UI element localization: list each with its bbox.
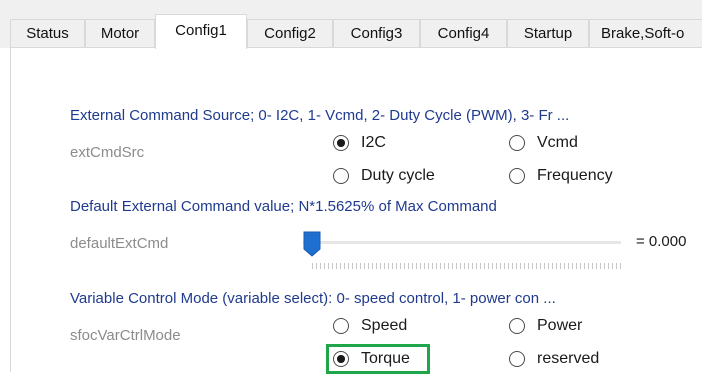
- radio-torque[interactable]: Torque: [333, 350, 410, 368]
- slider-thumb-icon[interactable]: [303, 231, 321, 257]
- default-ext-cmd-value: = 0.000: [636, 233, 687, 250]
- radio-power[interactable]: Power: [509, 317, 582, 335]
- radio-i2c[interactable]: I2C: [333, 134, 386, 152]
- radio-speed[interactable]: Speed: [333, 317, 407, 335]
- radio-vcmd-label: Vcmd: [537, 134, 578, 151]
- tab-config2[interactable]: Config2: [247, 19, 333, 47]
- radio-circle-icon: [509, 351, 525, 367]
- radio-circle-icon: [509, 168, 525, 184]
- radio-circle-icon: [509, 135, 525, 151]
- radio-reserved-label: reserved: [537, 350, 600, 367]
- radio-circle-icon: [333, 168, 349, 184]
- radio-i2c-label: I2C: [361, 134, 386, 151]
- radio-circle-icon: [333, 135, 349, 151]
- default-ext-cmd-description: Default External Command value; N*1.5625…: [70, 198, 497, 215]
- tab-status[interactable]: Status: [10, 19, 85, 47]
- radio-frequency-label: Frequency: [537, 167, 613, 184]
- tab-config4[interactable]: Config4: [420, 19, 507, 47]
- default-ext-cmd-label: defaultExtCmd: [70, 235, 169, 252]
- radio-power-label: Power: [537, 317, 583, 334]
- radio-torque-label: Torque: [361, 350, 410, 367]
- tab-config3[interactable]: Config3: [333, 19, 420, 47]
- tab-brake-soft-off[interactable]: Brake,Soft-o: [589, 19, 702, 47]
- radio-circle-icon: [333, 318, 349, 334]
- radio-vcmd[interactable]: Vcmd: [509, 134, 578, 152]
- var-ctrl-mode-description: Variable Control Mode (variable select):…: [70, 290, 556, 307]
- tab-bar: Status Motor Config2 Config3 Config4 Sta…: [0, 0, 702, 49]
- var-ctrl-mode-label: sfocVarCtrlMode: [70, 327, 181, 344]
- radio-speed-label: Speed: [361, 317, 408, 334]
- tab-startup[interactable]: Startup: [507, 19, 589, 47]
- radio-circle-icon: [509, 318, 525, 334]
- radio-duty-cycle-label: Duty cycle: [361, 167, 435, 184]
- tab-config1[interactable]: Config1: [155, 14, 247, 49]
- radio-circle-icon: [333, 351, 349, 367]
- radio-reserved[interactable]: reserved: [509, 350, 599, 368]
- radio-frequency[interactable]: Frequency: [509, 167, 613, 185]
- radio-duty-cycle[interactable]: Duty cycle: [333, 167, 435, 185]
- slider-ticks: [312, 263, 622, 269]
- default-ext-cmd-slider-track[interactable]: [303, 241, 621, 244]
- tab-motor[interactable]: Motor: [85, 19, 155, 47]
- ext-cmd-src-label: extCmdSrc: [70, 144, 145, 161]
- ext-cmd-src-description: External Command Source; 0- I2C, 1- Vcmd…: [70, 107, 570, 124]
